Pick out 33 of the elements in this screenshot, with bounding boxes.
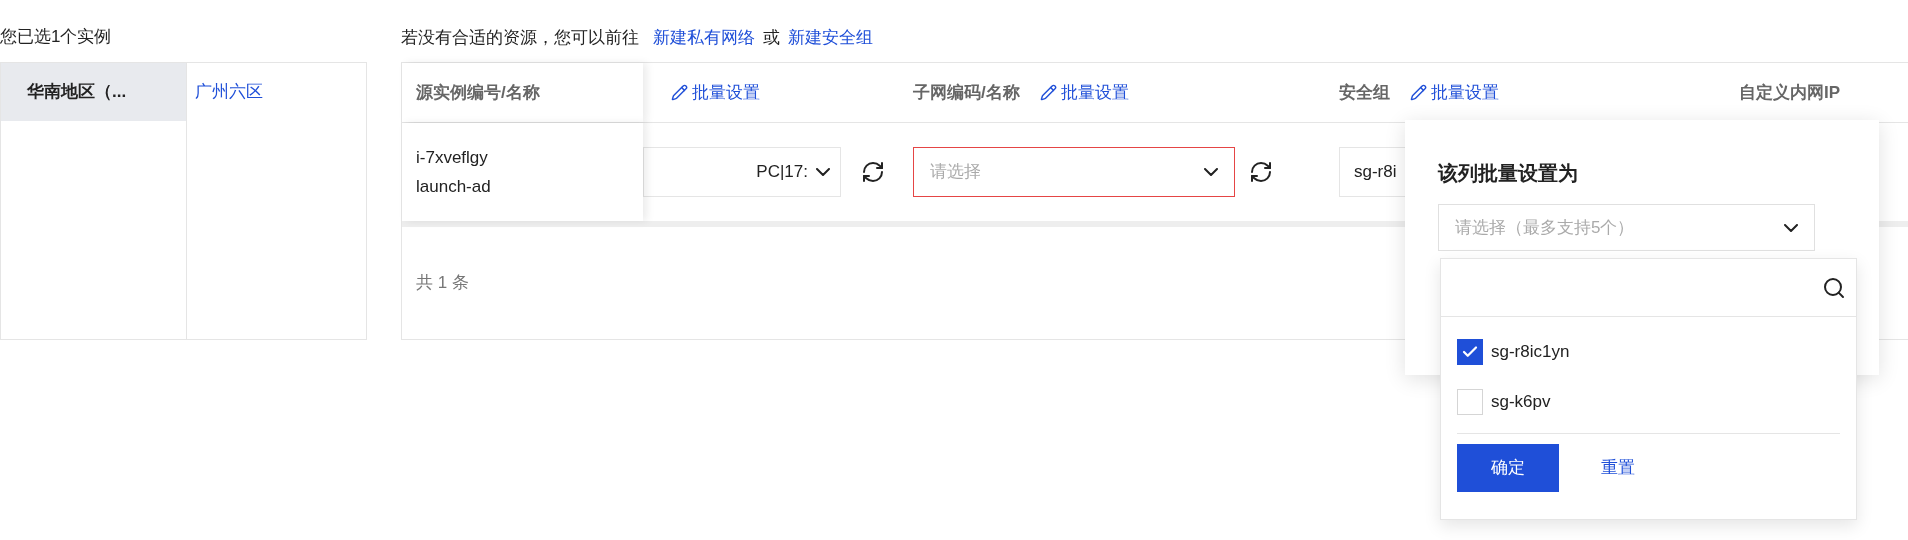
batch-setting-link[interactable]: 批量设置	[671, 79, 913, 106]
create-vpc-link[interactable]: 新建私有网络	[653, 25, 755, 51]
option-item[interactable]: sg-k6pv	[1457, 377, 1840, 427]
instance-id: i-7xveflgy	[416, 146, 489, 169]
checkbox[interactable]	[1457, 339, 1483, 365]
or-text: 或	[763, 27, 780, 50]
refresh-icon[interactable]	[1249, 160, 1273, 184]
confirm-button[interactable]: 确定	[1457, 444, 1559, 492]
reset-button[interactable]: 重置	[1601, 455, 1635, 481]
refresh-icon[interactable]	[861, 160, 885, 184]
pencil-icon	[1410, 84, 1427, 101]
option-item[interactable]: sg-r8ic1yn	[1457, 327, 1840, 377]
instance-name: launch-ad	[416, 176, 492, 198]
batch-setting-link[interactable]: 批量设置	[1410, 79, 1499, 106]
popover-title: 该列批量设置为	[1438, 161, 1579, 186]
selection-summary: 您已选1个实例	[0, 26, 113, 48]
batch-setting-link[interactable]: 批量设置	[1039, 79, 1129, 106]
create-security-group-link[interactable]: 新建安全组	[788, 25, 873, 51]
total-count: 共 1 条	[416, 272, 469, 295]
table-header-cell-text: 安全组	[1339, 81, 1390, 104]
pencil-icon	[671, 84, 688, 101]
vpc-select[interactable]: PC|17:	[643, 147, 841, 197]
chevron-down-icon	[1204, 168, 1218, 176]
chevron-down-icon	[1784, 223, 1798, 232]
table-header-cell-text: 自定义内网IP	[1739, 81, 1841, 104]
chevron-down-icon	[816, 168, 830, 176]
zone-item[interactable]: 广州六区	[187, 63, 366, 121]
pencil-icon	[1039, 84, 1057, 101]
search-icon	[1822, 275, 1846, 300]
region-item[interactable]: 华南地区（...	[1, 63, 186, 121]
table-header-cell: 源实例编号/名称	[402, 63, 643, 122]
table-header-cell-text: 子网编码/名称	[913, 81, 1020, 104]
hint-text: 若没有合适的资源，您可以前往	[401, 27, 639, 50]
